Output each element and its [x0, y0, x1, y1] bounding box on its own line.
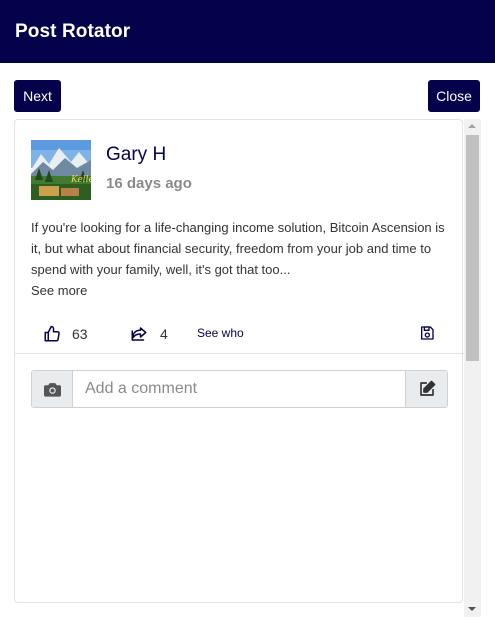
svg-text:Keller: Keller — [70, 175, 91, 185]
post-scroll-area: Keller Gary H 16 days ago If you're look… — [14, 119, 481, 617]
post-card: Keller Gary H 16 days ago If you're look… — [14, 119, 464, 603]
divider — [15, 353, 464, 354]
post-body-text: If you're looking for a life-changing in… — [31, 220, 445, 277]
see-more-link[interactable]: See more — [31, 280, 451, 301]
comment-input[interactable] — [73, 371, 405, 407]
scroll-up-arrow-icon[interactable] — [468, 124, 476, 128]
page-title: Post Rotator — [15, 20, 131, 42]
app-header: Post Rotator — [0, 0, 495, 63]
avatar[interactable]: Keller — [31, 140, 91, 200]
post-timestamp: 16 days ago — [106, 175, 192, 192]
next-button[interactable]: Next — [14, 80, 61, 112]
scroll-down-arrow-icon[interactable] — [468, 607, 476, 611]
see-who-link[interactable]: See who — [197, 326, 244, 340]
scrollbar-thumb[interactable] — [466, 135, 479, 361]
share-count: 4 — [160, 326, 168, 342]
camera-icon[interactable] — [32, 371, 73, 407]
close-button[interactable]: Close — [428, 80, 480, 112]
thumbs-up-icon[interactable] — [43, 325, 61, 343]
like-count: 63 — [72, 326, 88, 342]
edit-icon[interactable] — [405, 371, 447, 407]
author-name[interactable]: Gary H — [106, 144, 166, 166]
post-actions: 63 4 See who — [15, 320, 464, 350]
post-text: If you're looking for a life-changing in… — [31, 217, 451, 301]
comment-box — [31, 370, 448, 408]
save-icon[interactable] — [419, 325, 435, 341]
share-icon[interactable] — [130, 325, 148, 343]
